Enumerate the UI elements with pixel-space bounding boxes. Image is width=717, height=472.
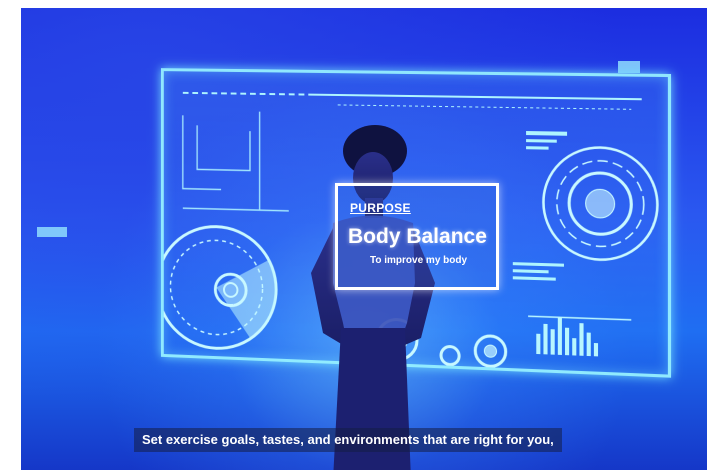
purpose-overlay: PURPOSE Body Balance To improve my body xyxy=(335,183,499,290)
hud-right-bars xyxy=(512,131,568,281)
purpose-heading: PURPOSE xyxy=(350,201,411,215)
hud-bar-graph xyxy=(528,316,631,357)
hud-fragment-left xyxy=(37,227,67,237)
hud-right-gauge xyxy=(543,147,657,262)
person-silhouette xyxy=(311,125,435,470)
purpose-subtitle: To improve my body xyxy=(370,255,468,266)
hud-left-gauge xyxy=(164,225,276,351)
video-caption: Set exercise goals, tastes, and environm… xyxy=(134,428,562,452)
hud-top-bar xyxy=(183,93,642,110)
purpose-title: Body Balance xyxy=(348,225,487,248)
video-frame: PURPOSE Body Balance To improve my body … xyxy=(21,8,707,470)
hud-left-grid xyxy=(183,110,289,210)
hud-fragment-right xyxy=(618,61,640,73)
